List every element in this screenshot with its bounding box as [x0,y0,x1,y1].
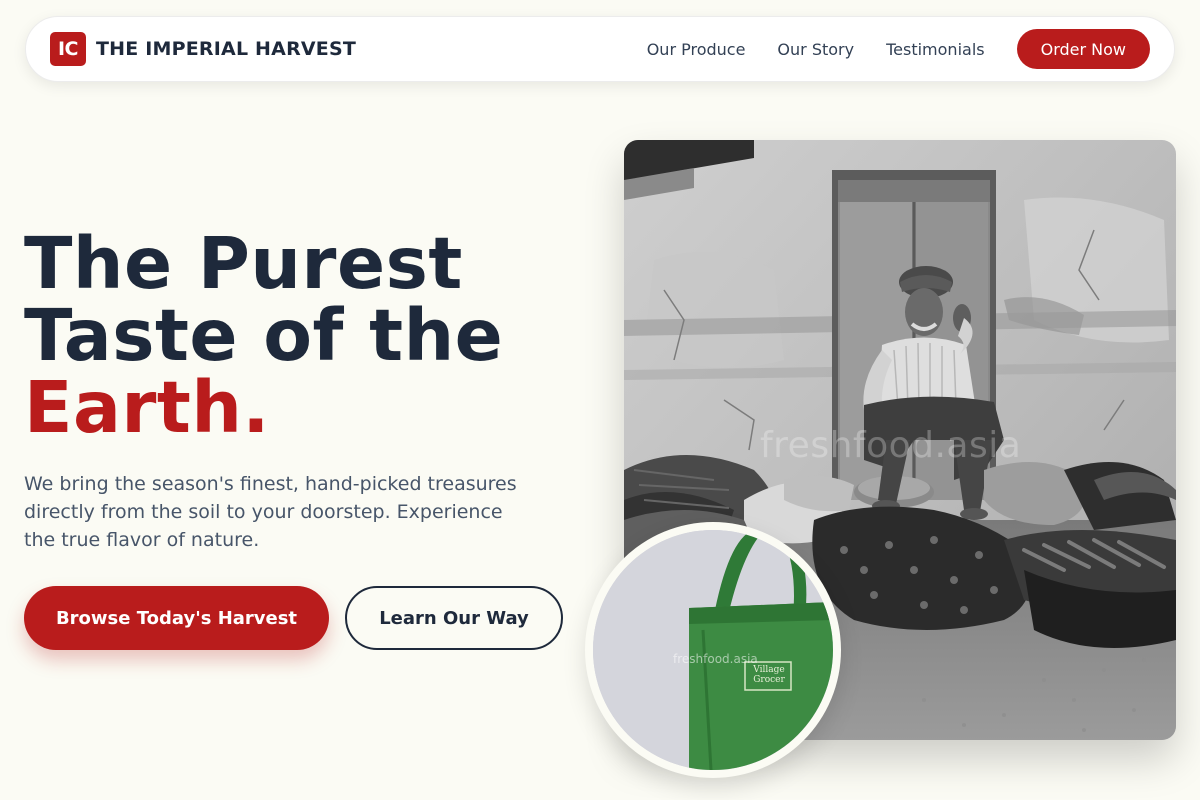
inset-photo-bag: Village Grocer freshfood.asia [593,530,833,770]
hero-title-accent: Earth. [24,366,270,449]
brand-logo[interactable]: IC THE IMPERIAL HARVEST [50,32,356,66]
bag-label: Village Grocer [747,665,791,685]
brand-name: THE IMPERIAL HARVEST [96,38,357,60]
logo-badge-icon: IC [50,32,86,66]
nav-link-testimonials[interactable]: Testimonials [886,40,985,59]
nav-menu: Our Produce Our Story Testimonials Order… [647,29,1150,69]
top-navbar: IC THE IMPERIAL HARVEST Our Produce Our … [25,16,1175,82]
nav-link-our-produce[interactable]: Our Produce [647,40,746,59]
bag-label-line-1: Village [753,665,785,675]
inset-watermark: freshfood.asia [673,652,758,666]
learn-our-way-button[interactable]: Learn Our Way [345,586,563,650]
bag-label-line-2: Grocer [753,675,785,685]
browse-harvest-button[interactable]: Browse Today's Harvest [24,586,329,650]
order-now-button[interactable]: Order Now [1016,29,1150,69]
hero-description: We bring the season's finest, hand-picke… [24,473,517,551]
hero-title-line-1: The Purest [24,222,463,305]
nav-link-our-story[interactable]: Our Story [777,40,854,59]
inset-photo-frame: Village Grocer freshfood.asia [585,522,841,778]
hero-title: The Purest Taste of the Earth. [24,228,584,444]
hero-title-line-2: Taste of the [24,294,504,377]
grocery-bag-illustration [593,530,833,770]
photo-watermark: freshfood.asia [760,425,1022,466]
